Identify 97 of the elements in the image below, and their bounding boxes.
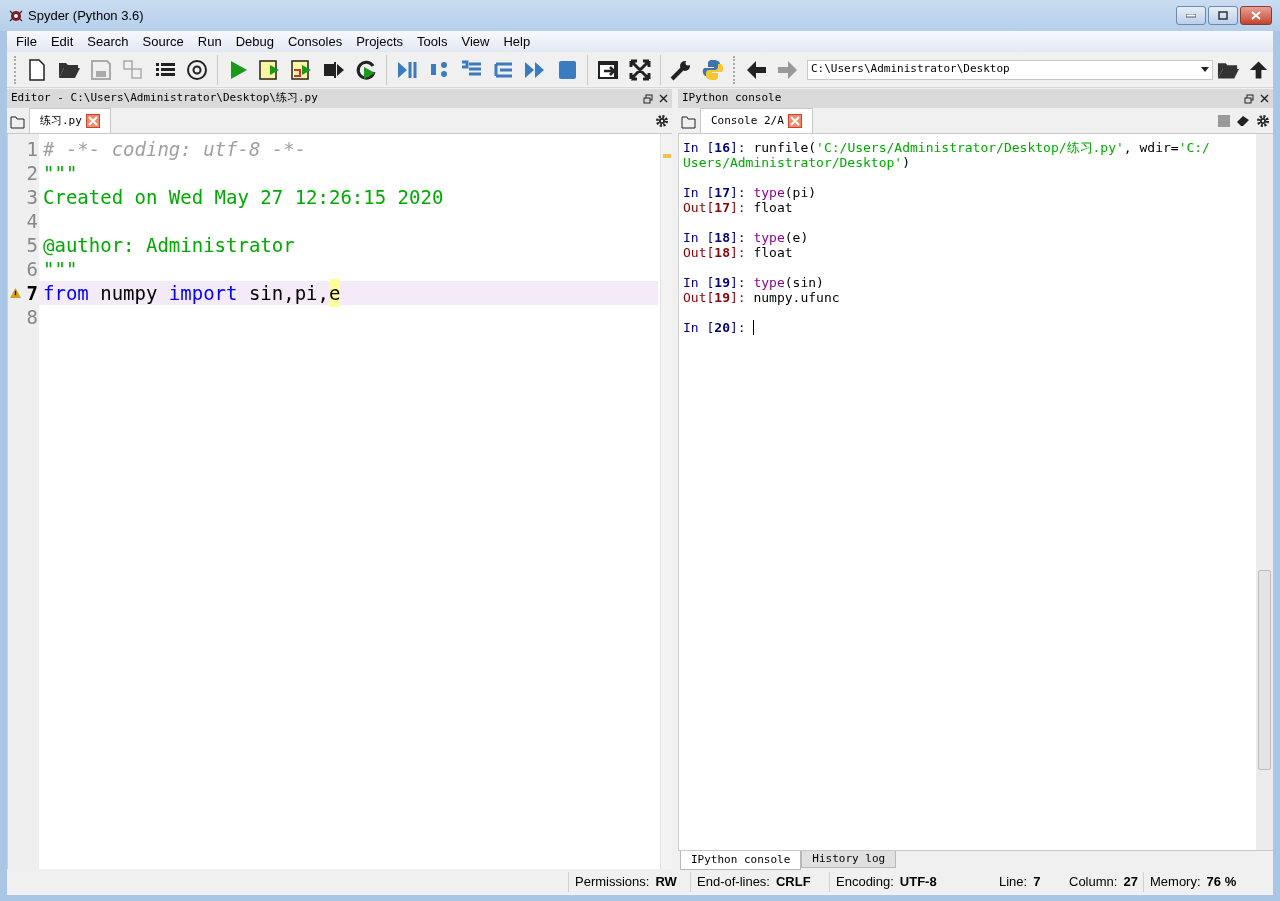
status-label: Column: (1069, 873, 1118, 892)
console-text: (e) (784, 230, 809, 245)
browse-tabs-icon[interactable] (10, 115, 26, 129)
eraser-icon[interactable] (1236, 115, 1250, 127)
line-number: 1 (26, 136, 38, 162)
code-text: @author: Administrator (43, 232, 295, 258)
menu-item[interactable]: Source (135, 31, 191, 52)
close-icon[interactable] (1260, 94, 1269, 103)
status-value: 7 (1033, 873, 1041, 892)
console-text: numpy.ufunc (753, 290, 840, 305)
undock-icon[interactable] (1244, 93, 1254, 104)
console-text: type (753, 230, 785, 245)
dropdown-caret-icon (1201, 67, 1209, 72)
prompt-text: In [20]: (683, 320, 747, 335)
menu-item[interactable]: Search (80, 31, 136, 52)
path-field[interactable]: C:\Users\Administrator\Desktop (807, 59, 1213, 80)
code-text: numpy (99, 280, 159, 306)
warning-marker (662, 154, 671, 158)
python-logo-icon[interactable] (701, 57, 725, 82)
maximize-button[interactable] (1208, 6, 1238, 25)
settings-icon[interactable] (655, 114, 669, 128)
console-text: float (753, 245, 793, 260)
code-text: from (43, 280, 89, 306)
close-icon (1251, 11, 1261, 20)
menu-item[interactable]: View (454, 31, 497, 52)
status-value: CRLF (776, 873, 811, 892)
status-label: Encoding: (836, 873, 894, 892)
console-text: type (753, 185, 785, 200)
status-label: End-of-lines: (697, 873, 770, 892)
line-number: 8 (26, 304, 38, 330)
status-value: 76 % (1206, 873, 1237, 892)
fullscreen-icon[interactable] (628, 57, 652, 82)
line-number: 6 (26, 256, 38, 282)
prompt-text: In [19]: (683, 275, 747, 290)
minimize-icon (1186, 13, 1196, 18)
menu-item[interactable]: Help (496, 31, 538, 52)
scroll-thumb[interactable] (1258, 570, 1271, 770)
status-value: UTF-8 (899, 873, 937, 892)
console-text: float (753, 200, 793, 215)
close-icon[interactable] (659, 94, 668, 103)
console-text: runfile( (753, 140, 817, 155)
maximize-icon (1218, 11, 1228, 20)
scrollbar[interactable] (1256, 134, 1273, 850)
status-label: Memory: (1150, 873, 1201, 892)
highlighted-code-text: e (329, 278, 341, 308)
minimize-button[interactable] (1176, 6, 1206, 25)
menu-item[interactable]: File (9, 31, 44, 52)
tab[interactable]: Console 2/A (700, 108, 813, 133)
status-label: Permissions: (575, 873, 650, 892)
console-text: (pi) (784, 185, 817, 200)
code-text: # -*- coding: utf-8 -*- (43, 136, 307, 162)
tab[interactable]: History log (801, 851, 897, 868)
text-cursor (753, 320, 755, 335)
pane-title: IPython console (682, 90, 782, 107)
pane-title: Editor - C:\Users\Administrator\Desktop\练习.py (11, 90, 318, 107)
line-number: 5 (26, 232, 38, 258)
status-label: Line: (999, 873, 1028, 892)
browse-tabs-icon[interactable] (681, 115, 697, 129)
menu-item[interactable]: Projects (349, 31, 411, 52)
code-text: """ (43, 160, 78, 186)
menu-item[interactable]: Tools (410, 31, 455, 52)
prompt-text: Out[18]: (683, 245, 747, 260)
menu-item[interactable]: Consoles (280, 31, 350, 52)
code-text: sin,pi, (247, 280, 329, 306)
line-number: 4 (26, 208, 38, 234)
window-title: Spyder (Python 3.6) (28, 6, 144, 25)
code-text: import (168, 280, 238, 306)
menu-item[interactable]: Edit (43, 31, 81, 52)
prompt-text: In [17]: (683, 185, 747, 200)
line-number: 3 (26, 184, 38, 210)
console-text: 'C:/Users/Administrator/Desktop/练习.py' (816, 140, 1124, 155)
close-tab-icon[interactable] (85, 114, 100, 128)
line-number: 7 (26, 280, 38, 306)
prompt-text: Out[17]: (683, 200, 747, 215)
status-value: 27 (1123, 873, 1138, 892)
tab[interactable]: 练习.py (29, 108, 111, 133)
console-text: ) (902, 155, 910, 170)
console-text: type (753, 275, 785, 290)
console-text: , wdir= (1123, 140, 1179, 155)
console-text: Users/Administrator/Desktop' (683, 155, 903, 170)
close-tab-icon[interactable] (787, 114, 802, 128)
settings-icon[interactable] (1256, 114, 1270, 128)
prompt-text: In [18]: (683, 230, 747, 245)
menu-item[interactable]: Debug (228, 31, 281, 52)
console-text: 'C:/ (1178, 140, 1210, 155)
prompt-text: In [16]: (683, 140, 747, 155)
code-text: Created on Wed May 27 12:26:15 2020 (43, 184, 444, 210)
code-text: """ (43, 256, 78, 282)
close-button[interactable] (1240, 6, 1272, 25)
console-text: (sin) (784, 275, 824, 290)
tab[interactable]: IPython console (680, 851, 802, 870)
menu-item[interactable]: Run (190, 31, 229, 52)
line-number: 2 (26, 160, 38, 186)
prompt-text: Out[19]: (683, 290, 747, 305)
status-value: RW (655, 873, 677, 892)
up-arrow-icon[interactable] (1247, 58, 1269, 81)
undock-icon[interactable] (643, 93, 653, 104)
